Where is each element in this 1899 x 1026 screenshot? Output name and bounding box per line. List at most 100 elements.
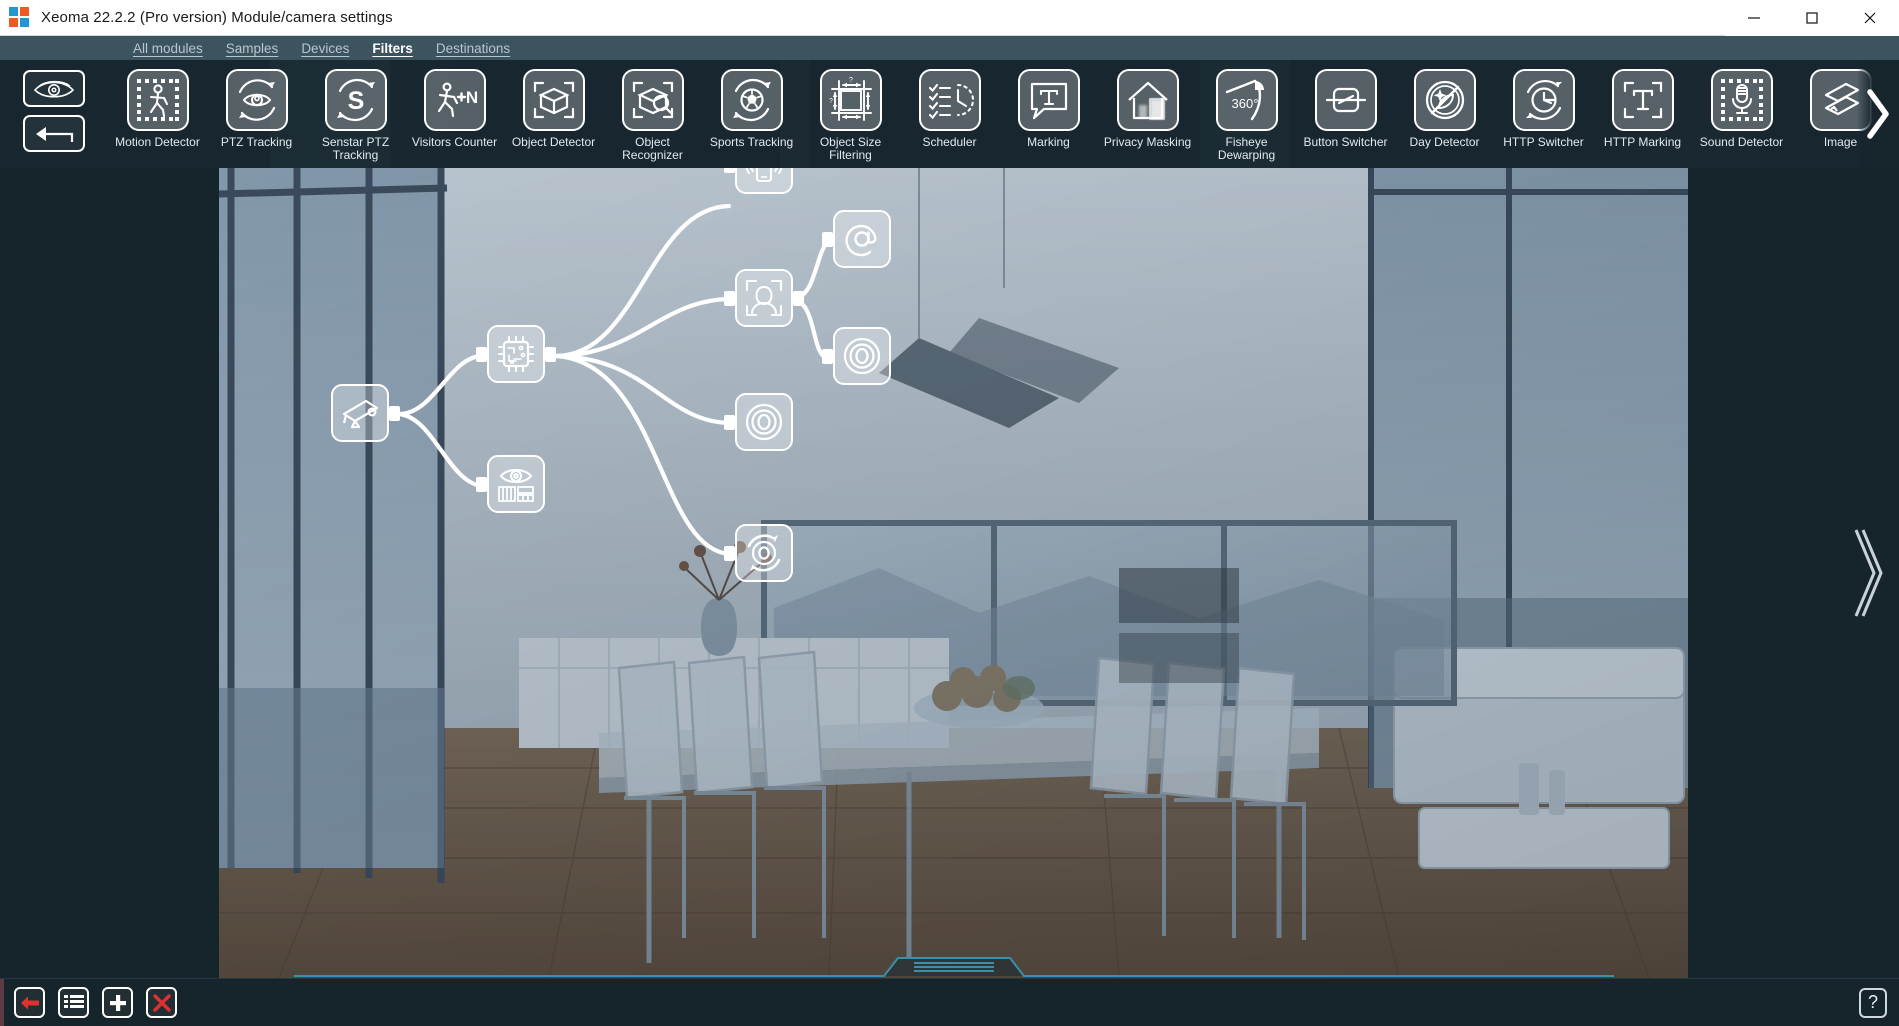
category-tabs: All modules Samples Devices Filters Dest… [0, 36, 1899, 60]
svg-text:N: N [465, 88, 477, 107]
double-chevron-right-icon [1854, 529, 1883, 617]
back-button[interactable] [14, 987, 45, 1018]
window-title: Xeoma 22.2.2 (Pro version) Module/camera… [41, 9, 393, 26]
tab-destinations[interactable]: Destinations [436, 41, 510, 56]
minimize-button[interactable] [1725, 0, 1783, 36]
scroll-modules-right[interactable] [1857, 60, 1899, 168]
node-object-detector[interactable] [476, 325, 556, 383]
module-visitors-counter[interactable]: N Visitors Counter [405, 60, 504, 149]
node-input-port[interactable] [476, 476, 487, 492]
node-input-port[interactable] [822, 348, 833, 364]
red-x-icon [152, 993, 171, 1012]
node-rotation-archive[interactable] [724, 524, 793, 582]
module-label: Marking [1027, 135, 1070, 149]
node-preview-archive-a[interactable] [822, 327, 891, 385]
module-label: Object Size Filtering [819, 135, 882, 162]
concentric-rings-icon [843, 337, 881, 375]
module-sports-tracking[interactable]: Sports Tracking [702, 60, 801, 149]
svg-text:?: ? [829, 98, 833, 105]
house-with-blur-icon [1116, 69, 1179, 131]
module-label: Object Recognizer [622, 135, 683, 162]
main-area [0, 168, 1899, 978]
rings-with-rotation-arrows-icon [747, 534, 781, 572]
module-label: Day Detector [1409, 135, 1480, 149]
face-in-brackets-icon [745, 279, 783, 317]
letter-t-in-speech-bubble-icon [1017, 69, 1080, 131]
node-output-port[interactable] [545, 346, 556, 362]
node-output-port[interactable] [793, 290, 804, 306]
module-label: HTTP Switcher [1503, 135, 1584, 149]
node-input-port[interactable] [476, 346, 487, 362]
module-label: Button Switcher [1303, 135, 1388, 149]
node-input-port[interactable] [724, 290, 735, 306]
svg-text:S: S [347, 87, 364, 115]
module-sound-detector[interactable]: Sound Detector [1692, 60, 1791, 149]
clock-with-rotation-arrows-icon [1512, 69, 1575, 131]
module-label: Scheduler [922, 135, 977, 149]
module-marking[interactable]: Marking [999, 60, 1098, 149]
tab-devices[interactable]: Devices [301, 41, 349, 56]
module-toolbar: Motion Detector PTZ Tracking S Senstar P… [0, 60, 1899, 168]
preview-eye-button[interactable] [23, 70, 85, 107]
crossed-out-sun-and-leaf-icon [1413, 69, 1476, 131]
list-button[interactable] [58, 987, 89, 1018]
module-label: Privacy Masking [1103, 135, 1192, 149]
module-object-recognizer[interactable]: Object Recognizer [603, 60, 702, 161]
module-label: Sports Tracking [709, 135, 794, 149]
module-senstar-ptz-tracking[interactable]: S Senstar PTZ Tracking [306, 60, 405, 161]
back-arrow-button[interactable] [23, 115, 85, 152]
add-button[interactable] [102, 987, 133, 1018]
help-button[interactable]: ? [1859, 987, 1887, 1018]
module-label: HTTP Marking [1603, 135, 1682, 149]
node-face-detector[interactable] [724, 269, 804, 327]
cctv-camera-icon [342, 399, 379, 429]
module-button-switcher[interactable]: Button Switcher [1296, 60, 1395, 149]
tab-filters[interactable]: Filters [372, 41, 413, 56]
letter-t-in-brackets-icon [1611, 69, 1674, 131]
module-scheduler[interactable]: Scheduler [900, 60, 999, 149]
toolbar-left-buttons [0, 60, 108, 152]
node-input-port[interactable] [822, 231, 833, 247]
module-ptz-tracking[interactable]: PTZ Tracking [207, 60, 306, 149]
module-label: Object Detector [511, 135, 596, 149]
module-http-switcher[interactable]: HTTP Switcher [1494, 60, 1593, 149]
module-list[interactable]: Motion Detector PTZ Tracking S Senstar P… [108, 60, 1899, 168]
pipeline-nodes [219, 168, 1688, 978]
checklist-with-clock-icon [918, 69, 981, 131]
toggle-switch-in-square-icon [1314, 69, 1377, 131]
module-object-size-filtering[interactable]: ? ? Object Size Filtering [801, 60, 900, 161]
soccer-ball-with-rotation-arrows-icon [720, 69, 783, 131]
open-right-panel[interactable] [1843, 513, 1889, 633]
node-input-port[interactable] [724, 168, 735, 173]
module-label: PTZ Tracking [220, 135, 293, 149]
left-accent-rail [0, 979, 4, 1026]
tab-all-modules[interactable]: All modules [133, 41, 203, 56]
maximize-button[interactable] [1783, 0, 1841, 36]
module-http-marking[interactable]: HTTP Marking [1593, 60, 1692, 149]
node-input-port[interactable] [724, 545, 735, 561]
360-degrees-fisheye-icon: 360° [1215, 69, 1278, 131]
node-email-destination[interactable] [822, 210, 891, 268]
vibrating-smartphone-icon [745, 168, 783, 183]
module-object-detector[interactable]: Object Detector [504, 60, 603, 149]
module-privacy-masking[interactable]: Privacy Masking [1098, 60, 1197, 149]
close-button[interactable] [1841, 0, 1899, 36]
node-camera-source[interactable] [331, 384, 400, 442]
pipeline-canvas[interactable] [219, 168, 1688, 978]
svg-text:?: ? [849, 77, 853, 84]
module-day-detector[interactable]: Day Detector [1395, 60, 1494, 149]
node-mobile-push-notification[interactable] [724, 168, 793, 194]
node-output-port[interactable] [389, 405, 400, 421]
microphone-in-grid-icon [1710, 69, 1773, 131]
module-motion-detector[interactable]: Motion Detector [108, 60, 207, 149]
at-sign-icon [845, 224, 877, 257]
node-preview-archive-b[interactable] [724, 393, 793, 451]
node-input-port[interactable] [724, 414, 735, 430]
eye-icon [33, 80, 75, 98]
module-fisheye-dewarping[interactable]: 360° Fisheye Dewarping [1197, 60, 1296, 161]
box-in-brackets-icon [522, 69, 585, 131]
node-motion-detector[interactable] [476, 455, 545, 513]
letter-s-with-rotation-arrows-icon: S [324, 69, 387, 131]
delete-button[interactable] [146, 987, 177, 1018]
tab-samples[interactable]: Samples [226, 41, 279, 56]
